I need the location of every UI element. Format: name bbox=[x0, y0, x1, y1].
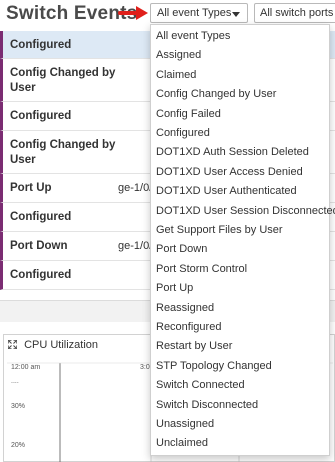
cpu-panel-header: CPU Utilization bbox=[8, 339, 98, 351]
event-label: Configured bbox=[10, 211, 72, 223]
caret-down-icon bbox=[232, 12, 240, 17]
menu-item[interactable]: Restart by User bbox=[151, 337, 329, 356]
menu-item[interactable]: Switch Disconnected bbox=[151, 396, 329, 415]
menu-item[interactable]: Assigned bbox=[151, 46, 329, 65]
menu-item[interactable]: Port Up bbox=[151, 279, 329, 298]
y-dot: .... bbox=[11, 378, 19, 385]
switch-ports-selected-label: All switch ports bbox=[260, 7, 334, 19]
event-port: ge-1/0/ bbox=[118, 182, 153, 194]
menu-item[interactable]: STP Topology Changed bbox=[151, 357, 329, 376]
menu-item[interactable]: DOT1XD User Authenticated bbox=[151, 182, 329, 201]
y-label: 30% bbox=[11, 403, 26, 410]
expand-icon[interactable] bbox=[8, 340, 17, 349]
menu-item[interactable]: DOT1XD Auth Session Deleted bbox=[151, 143, 329, 162]
menu-item[interactable]: Switch Connected bbox=[151, 376, 329, 395]
menu-item[interactable]: Configured bbox=[151, 124, 329, 143]
event-type-selected-label: All event Types bbox=[157, 7, 232, 19]
red-arrow-icon bbox=[118, 6, 148, 20]
menu-item[interactable]: Config Changed by User bbox=[151, 85, 329, 104]
menu-item[interactable]: Unassigned bbox=[151, 415, 329, 434]
event-label: Port Down bbox=[10, 240, 68, 252]
time-tick: 12:00 am bbox=[11, 364, 41, 371]
menu-item[interactable]: DOT1XD User Session Disconnected bbox=[151, 202, 335, 221]
menu-item[interactable]: Reconfigured bbox=[151, 318, 329, 337]
menu-item[interactable]: DOT1XD User Access Denied bbox=[151, 163, 329, 182]
menu-item[interactable]: Config Failed bbox=[151, 105, 329, 124]
event-label: Configured bbox=[10, 38, 72, 51]
y-label: 20% bbox=[11, 442, 26, 449]
switch-ports-dropdown[interactable]: All switch ports bbox=[254, 3, 335, 23]
menu-item[interactable]: Get Support Files by User bbox=[151, 221, 329, 240]
menu-item[interactable]: Reassigned bbox=[151, 299, 329, 318]
event-label: Config Changed by User bbox=[10, 67, 116, 94]
menu-item[interactable]: Port Storm Control bbox=[151, 260, 329, 279]
event-port: ge-1/0/ bbox=[118, 240, 153, 252]
menu-item[interactable]: Unclaimed bbox=[151, 434, 329, 453]
event-type-dropdown[interactable]: All event Types bbox=[150, 3, 248, 23]
event-label: Configured bbox=[10, 269, 72, 281]
menu-item[interactable]: Claimed bbox=[151, 66, 329, 85]
cpu-panel-title: CPU Utilization bbox=[24, 339, 99, 351]
menu-item[interactable]: Port Down bbox=[151, 240, 329, 259]
event-label: Config Changed by User bbox=[10, 139, 116, 166]
event-label: Configured bbox=[10, 110, 72, 122]
event-label: Port Up bbox=[10, 182, 52, 194]
menu-item[interactable]: All event Types bbox=[151, 27, 329, 46]
event-type-menu: All event Types Assigned Claimed Config Cha… bbox=[150, 24, 335, 456]
